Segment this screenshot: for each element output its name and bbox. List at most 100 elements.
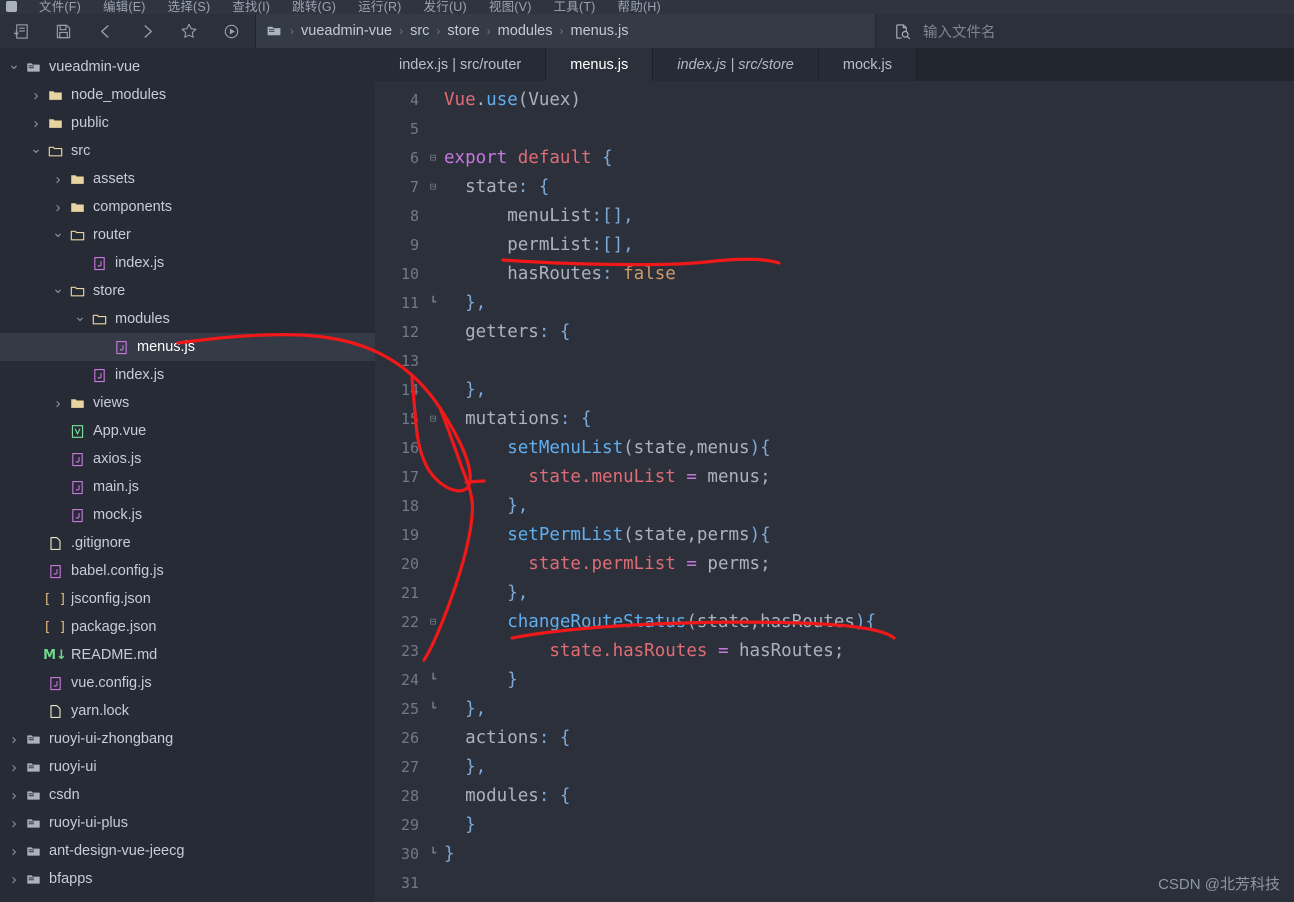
editor-tab[interactable]: index.js | src/router xyxy=(375,48,547,81)
code-line[interactable]: 13 xyxy=(375,346,1294,375)
new-file-icon[interactable] xyxy=(0,14,42,48)
tree-item[interactable]: vue.config.js xyxy=(0,669,375,697)
chevron-down-icon[interactable]: ⌄ xyxy=(50,225,66,239)
menu-item[interactable]: 工具(T) xyxy=(543,0,607,14)
tree-item[interactable]: › node_modules xyxy=(0,81,375,109)
menu-item[interactable]: 帮助(H) xyxy=(607,0,672,14)
code-line[interactable]: 26 actions: { xyxy=(375,723,1294,752)
tree-item[interactable]: main.js xyxy=(0,473,375,501)
fold-end-marker[interactable]: ┗ xyxy=(424,674,442,685)
fold-collapse-icon[interactable]: ⊟ xyxy=(424,616,442,627)
code-line[interactable]: 30 ┗} xyxy=(375,839,1294,868)
file-search-box[interactable]: 输入文件名 xyxy=(875,14,1294,48)
code-line[interactable]: 7 ⊟ state: { xyxy=(375,172,1294,201)
code-line[interactable]: 22 ⊟ changeRouteStatus(state,hasRoutes){ xyxy=(375,607,1294,636)
save-icon[interactable] xyxy=(42,14,84,48)
menu-item[interactable]: 视图(V) xyxy=(478,0,543,14)
chevron-right-icon[interactable]: › xyxy=(50,396,66,411)
code-line[interactable]: 17 state.menuList = menus; xyxy=(375,462,1294,491)
breadcrumb-item[interactable]: menus.js xyxy=(570,23,628,39)
code-line[interactable]: 15 ⊟ mutations: { xyxy=(375,404,1294,433)
chevron-right-icon[interactable]: › xyxy=(28,116,44,131)
breadcrumb[interactable]: › vueadmin-vue › src › store › modules › menus.js xyxy=(255,14,875,48)
code-line[interactable]: 6 ⊟ export default { xyxy=(375,143,1294,172)
code-editor[interactable]: 4 Vue.use(Vuex) 5 6 ⊟ export default {7 ⊟ stat… xyxy=(375,81,1294,902)
code-line[interactable]: 31 xyxy=(375,868,1294,897)
tree-item[interactable]: .gitignore xyxy=(0,529,375,557)
tree-item[interactable]: ⌄ vueadmin-vue xyxy=(0,53,375,81)
tree-item-selected[interactable]: menus.js xyxy=(0,333,375,361)
code-line[interactable]: 19 setPermList(state,perms){ xyxy=(375,520,1294,549)
tree-item[interactable]: App.vue xyxy=(0,417,375,445)
menu-item[interactable]: 跳转(G) xyxy=(281,0,347,14)
tree-item[interactable]: mock.js xyxy=(0,501,375,529)
breadcrumb-item[interactable]: store xyxy=(447,23,479,39)
fold-end-marker[interactable]: ┗ xyxy=(424,848,442,859)
chevron-right-icon[interactable]: › xyxy=(50,172,66,187)
chevron-down-icon[interactable]: ⌄ xyxy=(50,281,66,295)
chevron-right-icon[interactable]: › xyxy=(6,788,22,803)
tree-item[interactable]: ⌄ src xyxy=(0,137,375,165)
breadcrumb-item[interactable]: vueadmin-vue xyxy=(301,23,392,39)
code-line[interactable]: 14 }, xyxy=(375,375,1294,404)
tree-item[interactable]: axios.js xyxy=(0,445,375,473)
chevron-down-icon[interactable]: ⌄ xyxy=(6,57,22,71)
tree-item[interactable]: [ ] jsconfig.json xyxy=(0,585,375,613)
tree-item[interactable]: › ruoyi-ui-zhongbang xyxy=(0,725,375,753)
menu-item[interactable]: 选择(S) xyxy=(157,0,222,14)
back-icon[interactable] xyxy=(84,14,126,48)
code-line[interactable]: 21 }, xyxy=(375,578,1294,607)
menu-item[interactable]: 发行(U) xyxy=(413,0,478,14)
tree-item[interactable]: ⌄ router xyxy=(0,221,375,249)
code-line[interactable]: 11 ┗ }, xyxy=(375,288,1294,317)
editor-tab-active[interactable]: menus.js xyxy=(546,48,654,81)
code-line[interactable]: 5 xyxy=(375,114,1294,143)
code-line[interactable]: 16 setMenuList(state,menus){ xyxy=(375,433,1294,462)
code-line[interactable]: 18 }, xyxy=(375,491,1294,520)
chevron-right-icon[interactable]: › xyxy=(6,872,22,887)
tree-item[interactable]: babel.config.js xyxy=(0,557,375,585)
fold-end-marker[interactable]: ┗ xyxy=(424,297,442,308)
fold-collapse-icon[interactable]: ⊟ xyxy=(424,413,442,424)
fold-collapse-icon[interactable]: ⊟ xyxy=(424,152,442,163)
code-line[interactable]: 29 } xyxy=(375,810,1294,839)
tree-item[interactable]: › components xyxy=(0,193,375,221)
chevron-right-icon[interactable]: › xyxy=(6,760,22,775)
tree-item[interactable]: yarn.lock xyxy=(0,697,375,725)
code-line[interactable]: 24 ┗ } xyxy=(375,665,1294,694)
menu-item[interactable]: 编辑(E) xyxy=(92,0,157,14)
tree-item[interactable]: › ruoyi-ui-plus xyxy=(0,809,375,837)
chevron-right-icon[interactable]: › xyxy=(6,732,22,747)
tree-item[interactable]: ⌄ modules xyxy=(0,305,375,333)
chevron-right-icon[interactable]: › xyxy=(50,200,66,215)
project-explorer[interactable]: ⌄ vueadmin-vue › node_modules › public ⌄ src › as… xyxy=(0,48,375,902)
code-line[interactable]: 25 ┗ }, xyxy=(375,694,1294,723)
tree-item[interactable]: ⌄ store xyxy=(0,277,375,305)
chevron-right-icon[interactable]: › xyxy=(6,816,22,831)
code-line[interactable]: 8 menuList:[], xyxy=(375,201,1294,230)
tree-item[interactable]: index.js xyxy=(0,249,375,277)
star-icon[interactable] xyxy=(168,14,210,48)
chevron-right-icon[interactable]: › xyxy=(6,844,22,859)
code-line[interactable]: 23 state.hasRoutes = hasRoutes; xyxy=(375,636,1294,665)
code-line[interactable]: 28 modules: { xyxy=(375,781,1294,810)
fold-end-marker[interactable]: ┗ xyxy=(424,703,442,714)
menu-item[interactable]: 查找(I) xyxy=(221,0,281,14)
tree-item[interactable]: › bfapps xyxy=(0,865,375,893)
fold-collapse-icon[interactable]: ⊟ xyxy=(424,181,442,192)
tree-item[interactable]: › ruoyi-ui xyxy=(0,753,375,781)
tree-item[interactable]: M↓ README.md xyxy=(0,641,375,669)
run-icon[interactable] xyxy=(210,14,252,48)
code-line[interactable]: 4 Vue.use(Vuex) xyxy=(375,85,1294,114)
chevron-down-icon[interactable]: ⌄ xyxy=(72,309,88,323)
tree-item[interactable]: › views xyxy=(0,389,375,417)
code-line[interactable]: 20 state.permList = perms; xyxy=(375,549,1294,578)
editor-tab[interactable]: mock.js xyxy=(818,48,918,81)
tree-item[interactable]: › public xyxy=(0,109,375,137)
chevron-right-icon[interactable]: › xyxy=(28,88,44,103)
code-line[interactable]: 10 hasRoutes: false xyxy=(375,259,1294,288)
code-line[interactable]: 9 permList:[], xyxy=(375,230,1294,259)
tree-item[interactable]: [ ] package.json xyxy=(0,613,375,641)
tree-item[interactable]: index.js xyxy=(0,361,375,389)
breadcrumb-item[interactable]: modules xyxy=(498,23,553,39)
